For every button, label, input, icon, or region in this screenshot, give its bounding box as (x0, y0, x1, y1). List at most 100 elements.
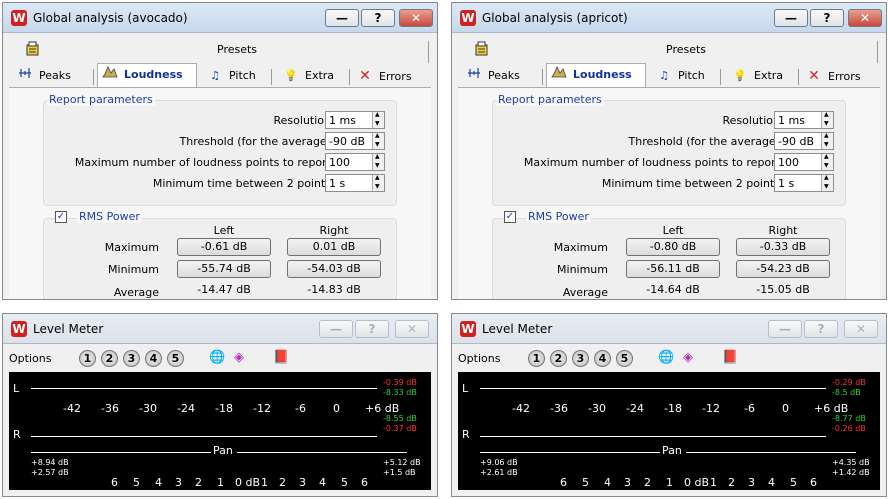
meter-toolbar: Options 1 2 3 4 5 🌐 ◈ 📕 (452, 346, 886, 370)
book-icon[interactable]: 📕 (722, 350, 738, 366)
title-bar[interactable]: W Level Meter — ? ✕ (452, 314, 886, 344)
spin-arrows-icon[interactable] (821, 111, 833, 128)
title-bar[interactable]: W Global analysis (avocado) — ? ✕ (3, 3, 437, 33)
pan-left-readout: +2.57 dB (31, 468, 69, 477)
preset-button-3[interactable]: 3 (123, 350, 140, 367)
close-button[interactable]: ✕ (395, 320, 429, 338)
tab-peaks[interactable]: Peaks (466, 65, 538, 87)
preset-button-5[interactable]: 5 (167, 350, 184, 367)
resolution-field[interactable]: 1 ms (325, 111, 385, 129)
help-button[interactable]: ? (810, 9, 844, 27)
preset-button-2[interactable]: 2 (101, 350, 118, 367)
maximum-left-value[interactable]: -0.80 dB (626, 238, 720, 256)
max-points-value: 100 (329, 156, 350, 169)
average-left-value: -14.47 dB (197, 283, 251, 296)
pan-label: Pan (213, 444, 233, 457)
tab-errors[interactable]: ✕ Errors (806, 65, 876, 87)
threshold-field[interactable]: -90 dB (325, 132, 385, 150)
peak-readout: -0.29 dB (832, 378, 866, 387)
tab-extra[interactable]: 💡 Extra (283, 65, 345, 87)
help-button[interactable]: ? (361, 9, 395, 27)
tab-errors[interactable]: ✕ Errors (357, 65, 427, 87)
spin-arrows-icon[interactable] (821, 153, 833, 170)
preset-button-1[interactable]: 1 (79, 350, 96, 367)
col-left-header: Left (213, 224, 235, 237)
threshold-field[interactable]: -90 dB (774, 132, 834, 150)
title-bar[interactable]: W Global analysis (apricot) — ? ✕ (452, 3, 886, 33)
min-time-value: 1 s (778, 177, 795, 190)
max-points-field[interactable]: 100 (325, 153, 385, 171)
minimize-button[interactable]: — (319, 320, 353, 338)
tab-peaks[interactable]: Peaks (17, 65, 89, 87)
close-button[interactable]: ✕ (844, 320, 878, 338)
globe-icon[interactable]: 🌐 (209, 350, 225, 366)
rms-readout: -8.33 dB (383, 388, 417, 397)
scale-label: -24 (177, 402, 195, 415)
min-time-label: Minimum time between 2 points (601, 177, 780, 190)
minimum-right-value[interactable]: -54.23 dB (736, 260, 830, 278)
maximum-right-value[interactable]: -0.33 dB (736, 238, 830, 256)
resolution-field[interactable]: 1 ms (774, 111, 834, 129)
spin-arrows-icon[interactable] (821, 132, 833, 149)
presets-icon[interactable] (474, 41, 490, 57)
pan-scale-label: 1 (666, 476, 673, 489)
min-time-field[interactable]: 1 s (325, 174, 385, 192)
col-left-header: Left (662, 224, 684, 237)
tab-pitch[interactable]: ♫ Pitch (656, 65, 716, 87)
spin-arrows-icon[interactable] (372, 153, 384, 170)
maximum-left-value[interactable]: -0.61 dB (177, 238, 271, 256)
presets-label[interactable]: Presets (217, 43, 257, 56)
pan-scale-label: 0 dB (235, 476, 261, 489)
options-menu[interactable]: Options (458, 352, 500, 365)
diamond-icon[interactable]: ◈ (680, 350, 696, 366)
pan-line (31, 452, 211, 453)
close-button[interactable]: ✕ (399, 9, 433, 27)
preset-button-3[interactable]: 3 (572, 350, 589, 367)
preset-button-5[interactable]: 5 (616, 350, 633, 367)
preset-button-4[interactable]: 4 (145, 350, 162, 367)
minimize-button[interactable]: — (325, 9, 359, 27)
spin-arrows-icon[interactable] (372, 132, 384, 149)
tab-loudness[interactable]: Loudness (97, 63, 197, 87)
tab-separator (542, 69, 543, 85)
tab-extra[interactable]: 💡 Extra (732, 65, 794, 87)
pan-scale-label: 6 (560, 476, 567, 489)
minimize-button[interactable]: — (768, 320, 802, 338)
spin-arrows-icon[interactable] (372, 174, 384, 191)
rms-power-checkbox[interactable]: ✓ (504, 211, 516, 223)
minimum-left-value[interactable]: -56.11 dB (626, 260, 720, 278)
minimize-button[interactable]: — (774, 9, 808, 27)
max-points-field[interactable]: 100 (774, 153, 834, 171)
minimum-left-value[interactable]: -55.74 dB (177, 260, 271, 278)
spin-arrows-icon[interactable] (372, 111, 384, 128)
rms-power-title: RMS Power (77, 210, 142, 223)
presets-icon[interactable] (25, 41, 41, 57)
spin-arrows-icon[interactable] (821, 174, 833, 191)
help-button[interactable]: ? (355, 320, 389, 338)
pan-scale-label: 4 (155, 476, 162, 489)
tab-pitch[interactable]: ♫ Pitch (207, 65, 267, 87)
help-button[interactable]: ? (804, 320, 838, 338)
maximum-right-value[interactable]: 0.01 dB (287, 238, 381, 256)
diamond-icon[interactable]: ◈ (231, 350, 247, 366)
tab-loudness[interactable]: Loudness (546, 63, 646, 87)
rms-readout: -8.55 dB (383, 414, 417, 423)
globe-icon[interactable]: 🌐 (658, 350, 674, 366)
min-time-field[interactable]: 1 s (774, 174, 834, 192)
preset-button-2[interactable]: 2 (550, 350, 567, 367)
global-analysis-window-avocado: W Global analysis (avocado) — ? ✕ Preset… (2, 2, 438, 300)
book-icon[interactable]: 📕 (273, 350, 289, 366)
pan-scale-label: 6 (111, 476, 118, 489)
rms-power-checkbox[interactable]: ✓ (55, 211, 67, 223)
preset-button-1[interactable]: 1 (528, 350, 545, 367)
level-meter-window-2: W Level Meter — ? ✕ Options 1 2 3 4 5 🌐 … (451, 313, 887, 497)
wavelab-app-icon: W (460, 10, 476, 26)
options-menu[interactable]: Options (9, 352, 51, 365)
preset-button-4[interactable]: 4 (594, 350, 611, 367)
title-bar[interactable]: W Level Meter — ? ✕ (3, 314, 437, 344)
meter-bar-l (31, 388, 377, 389)
minimum-right-value[interactable]: -54.03 dB (287, 260, 381, 278)
pan-scale-label: 2 (644, 476, 651, 489)
close-button[interactable]: ✕ (848, 9, 882, 27)
presets-label[interactable]: Presets (666, 43, 706, 56)
